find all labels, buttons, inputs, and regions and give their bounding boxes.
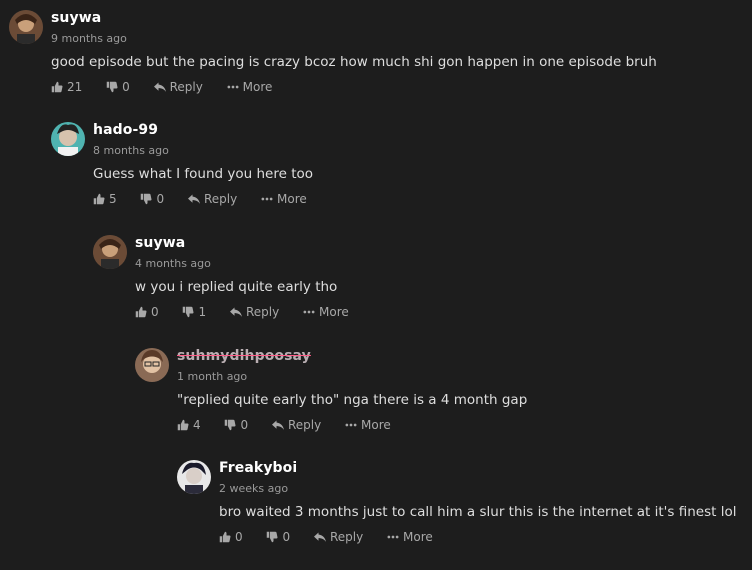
like-button[interactable]: 5 <box>93 192 117 206</box>
dislike-count: 0 <box>156 192 165 206</box>
user-avatar-icon <box>93 235 127 269</box>
reply-label: Reply <box>245 305 280 319</box>
more-dots-icon <box>345 423 357 427</box>
avatar[interactable] <box>9 10 43 44</box>
more-dots-icon <box>261 197 273 201</box>
like-button[interactable]: 4 <box>177 418 201 432</box>
like-count: 21 <box>67 80 83 94</box>
more-label: More <box>319 305 349 319</box>
comment-text: "replied quite early tho" nga there is a… <box>177 392 528 408</box>
more-button[interactable]: More <box>303 305 349 319</box>
dislike-count: 0 <box>282 530 291 544</box>
comment-actions: 0 1 Reply More <box>135 305 369 323</box>
reply-icon <box>229 307 242 317</box>
reply-label: Reply <box>329 530 364 544</box>
reply-button[interactable]: Reply <box>229 305 280 319</box>
comment-5: Freakyboi 2 weeks ago bro waited 3 month… <box>177 460 747 570</box>
reply-button[interactable]: Reply <box>187 192 238 206</box>
reply-button[interactable]: Reply <box>271 418 322 432</box>
dislike-count: 1 <box>198 305 207 319</box>
like-button[interactable]: 0 <box>135 305 159 319</box>
more-dots-icon <box>303 310 315 314</box>
comment-actions: 21 0 Reply More <box>51 80 292 98</box>
reply-label: Reply <box>169 80 203 94</box>
thumbs-up-icon <box>93 193 105 205</box>
username[interactable]: suywa <box>135 235 185 251</box>
more-label: More <box>361 418 391 432</box>
like-count: 5 <box>109 192 117 206</box>
comment-actions: 5 0 Reply More <box>93 192 327 210</box>
avatar[interactable] <box>51 122 85 156</box>
username[interactable]: hado-99 <box>93 122 158 138</box>
comment-3: suywa 4 months ago w you i replied quite… <box>93 235 743 345</box>
reply-button[interactable]: Reply <box>313 530 364 544</box>
timestamp: 1 month ago <box>177 370 248 383</box>
like-button[interactable]: 0 <box>219 530 243 544</box>
comment-4: suhmydihpoosay 1 month ago "replied quit… <box>135 348 745 458</box>
reply-icon <box>271 420 284 430</box>
timestamp: 4 months ago <box>135 257 211 270</box>
more-button[interactable]: More <box>261 192 307 206</box>
like-button[interactable]: 21 <box>51 80 82 94</box>
timestamp: 8 months ago <box>93 144 169 157</box>
comment-text: w you i replied quite early tho <box>135 279 338 295</box>
more-button[interactable]: More <box>227 80 273 94</box>
thumbs-up-icon <box>51 81 63 93</box>
comment-1: suywa 9 months ago good episode but the … <box>9 10 739 120</box>
comment-text: bro waited 3 months just to call him a s… <box>219 504 737 520</box>
thumbs-up-icon <box>177 419 189 431</box>
reply-label: Reply <box>203 192 238 206</box>
comment-actions: 4 0 Reply More <box>177 418 411 436</box>
reply-icon <box>153 82 166 92</box>
thumbs-down-icon <box>267 531 278 543</box>
username[interactable]: Freakyboi <box>219 460 297 476</box>
like-count: 4 <box>193 418 201 432</box>
comment-2: hado-99 8 months ago Guess what I found … <box>51 122 741 232</box>
dislike-button[interactable]: 0 <box>266 530 290 544</box>
dislike-count: 0 <box>240 418 249 432</box>
thumbs-down-icon <box>225 419 236 431</box>
more-dots-icon <box>227 85 239 89</box>
dislike-button[interactable]: 0 <box>224 418 248 432</box>
dislike-button[interactable]: 0 <box>106 80 130 94</box>
more-button[interactable]: More <box>345 418 391 432</box>
avatar[interactable] <box>93 235 127 269</box>
reply-icon <box>313 532 326 542</box>
user-avatar-icon <box>9 10 43 44</box>
comment-text: Guess what I found you here too <box>93 166 314 182</box>
more-dots-icon <box>387 535 399 539</box>
thumbs-down-icon <box>141 193 152 205</box>
thumbs-up-icon <box>135 306 147 318</box>
user-avatar-icon <box>51 122 85 156</box>
dislike-count: 0 <box>122 80 130 94</box>
comment-actions: 0 0 Reply More <box>219 530 453 548</box>
timestamp: 9 months ago <box>51 32 127 45</box>
comment-text: good episode but the pacing is crazy bco… <box>51 54 657 70</box>
more-button[interactable]: More <box>387 530 433 544</box>
dislike-button[interactable]: 0 <box>140 192 164 206</box>
username[interactable]: suhmydihpoosay <box>177 348 311 364</box>
dislike-button[interactable]: 1 <box>182 305 206 319</box>
username[interactable]: suywa <box>51 10 101 26</box>
like-count: 0 <box>235 530 243 544</box>
more-label: More <box>242 80 273 94</box>
avatar[interactable] <box>135 348 169 382</box>
more-label: More <box>403 530 433 544</box>
avatar[interactable] <box>177 460 211 494</box>
like-count: 0 <box>151 305 159 319</box>
reply-label: Reply <box>287 418 322 432</box>
user-avatar-icon <box>177 460 211 494</box>
timestamp: 2 weeks ago <box>219 482 289 495</box>
thumbs-down-icon <box>183 306 194 318</box>
user-avatar-icon <box>135 348 169 382</box>
reply-icon <box>187 194 200 204</box>
thumbs-down-icon <box>106 81 118 93</box>
reply-button[interactable]: Reply <box>153 80 203 94</box>
thumbs-up-icon <box>219 531 231 543</box>
more-label: More <box>277 192 307 206</box>
